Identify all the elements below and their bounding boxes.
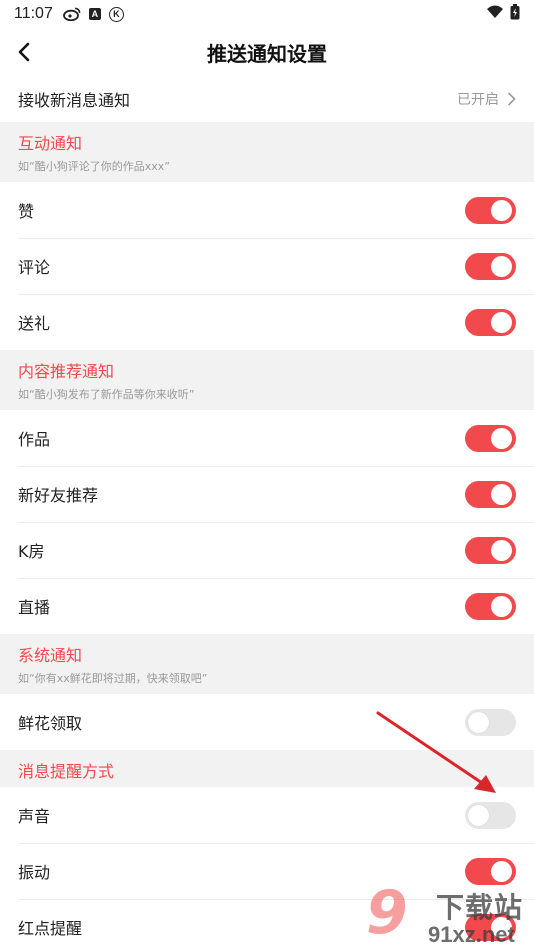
back-button[interactable] (10, 38, 38, 66)
setting-label: 振动 (18, 863, 51, 882)
weibo-icon (62, 7, 81, 21)
setting-label: K房 (18, 542, 45, 561)
section-content-recommend: 内容推荐通知 如“酷小狗发布了新作品等你来收听” (0, 350, 534, 410)
flower-toggle[interactable] (465, 708, 516, 736)
section-reminder-method: 消息提醒方式 (0, 750, 534, 787)
setting-row-gift: 送礼 (0, 294, 534, 350)
chevron-left-icon (18, 42, 30, 62)
section-interaction: 互动通知 如“酷小狗评论了你的作品xxx” (0, 122, 534, 182)
setting-label: 赞 (18, 202, 35, 221)
section-system: 系统通知 如“你有xx鲜花即将过期，快来领取吧” (0, 634, 534, 694)
wifi-icon (486, 5, 504, 23)
a-badge-icon: A (88, 8, 101, 20)
setting-label: 红点提醒 (18, 919, 83, 938)
setting-row-like: 赞 (0, 182, 534, 238)
setting-label: 作品 (18, 430, 51, 449)
navigation-bar: 推送通知设置 (0, 28, 534, 76)
section-title: 内容推荐通知 (18, 362, 115, 381)
setting-row-vibrate: 振动 (0, 843, 534, 899)
setting-label: 声音 (18, 807, 51, 826)
comment-toggle[interactable] (465, 252, 516, 280)
works-toggle[interactable] (465, 424, 516, 452)
setting-row-live: 直播 (0, 578, 534, 634)
section-title: 系统通知 (18, 646, 83, 665)
setting-label: 鲜花领取 (18, 714, 83, 733)
k-circle-icon: K (108, 6, 124, 22)
section-subtitle: 如“酷小狗评论了你的作品xxx” (18, 160, 170, 173)
section-subtitle: 如“酷小狗发布了新作品等你来收听” (18, 388, 195, 401)
setting-label: 评论 (18, 258, 51, 277)
setting-label: 直播 (18, 598, 51, 617)
sound-toggle[interactable] (465, 801, 516, 829)
chevron-right-icon (507, 92, 516, 106)
receive-notifications-value: 已开启 (457, 89, 516, 109)
setting-label: 新好友推荐 (18, 486, 99, 505)
setting-row-k-room: K房 (0, 522, 534, 578)
setting-row-sound: 声音 (0, 787, 534, 843)
setting-row-comment: 评论 (0, 238, 534, 294)
receive-notifications-status: 已开启 (457, 92, 499, 108)
like-toggle[interactable] (465, 196, 516, 224)
red-dot-toggle[interactable] (465, 913, 516, 941)
status-bar: 11:07 A K (0, 0, 534, 28)
gift-toggle[interactable] (465, 308, 516, 336)
receive-notifications-label: 接收新消息通知 (18, 91, 131, 110)
page-title: 推送通知设置 (207, 41, 327, 66)
setting-row-new-friend: 新好友推荐 (0, 466, 534, 522)
battery-charging-icon (510, 4, 520, 24)
section-title: 消息提醒方式 (18, 762, 115, 781)
setting-row-works: 作品 (0, 410, 534, 466)
receive-notifications-row[interactable]: 接收新消息通知 已开启 (0, 76, 534, 122)
k-room-toggle[interactable] (465, 536, 516, 564)
status-time: 11:07 (14, 5, 53, 22)
setting-row-flower: 鲜花领取 (0, 694, 534, 750)
vibrate-toggle[interactable] (465, 857, 516, 885)
new-friend-toggle[interactable] (465, 480, 516, 508)
live-toggle[interactable] (465, 592, 516, 620)
section-subtitle: 如“你有xx鲜花即将过期，快来领取吧” (18, 672, 208, 685)
settings-list: 接收新消息通知 已开启 互动通知 如“酷小狗评论了你的作品xxx” 赞 评论 送… (0, 76, 534, 950)
setting-label: 送礼 (18, 314, 51, 333)
section-title: 互动通知 (18, 134, 83, 153)
setting-row-red-dot: 红点提醒 (0, 899, 534, 950)
